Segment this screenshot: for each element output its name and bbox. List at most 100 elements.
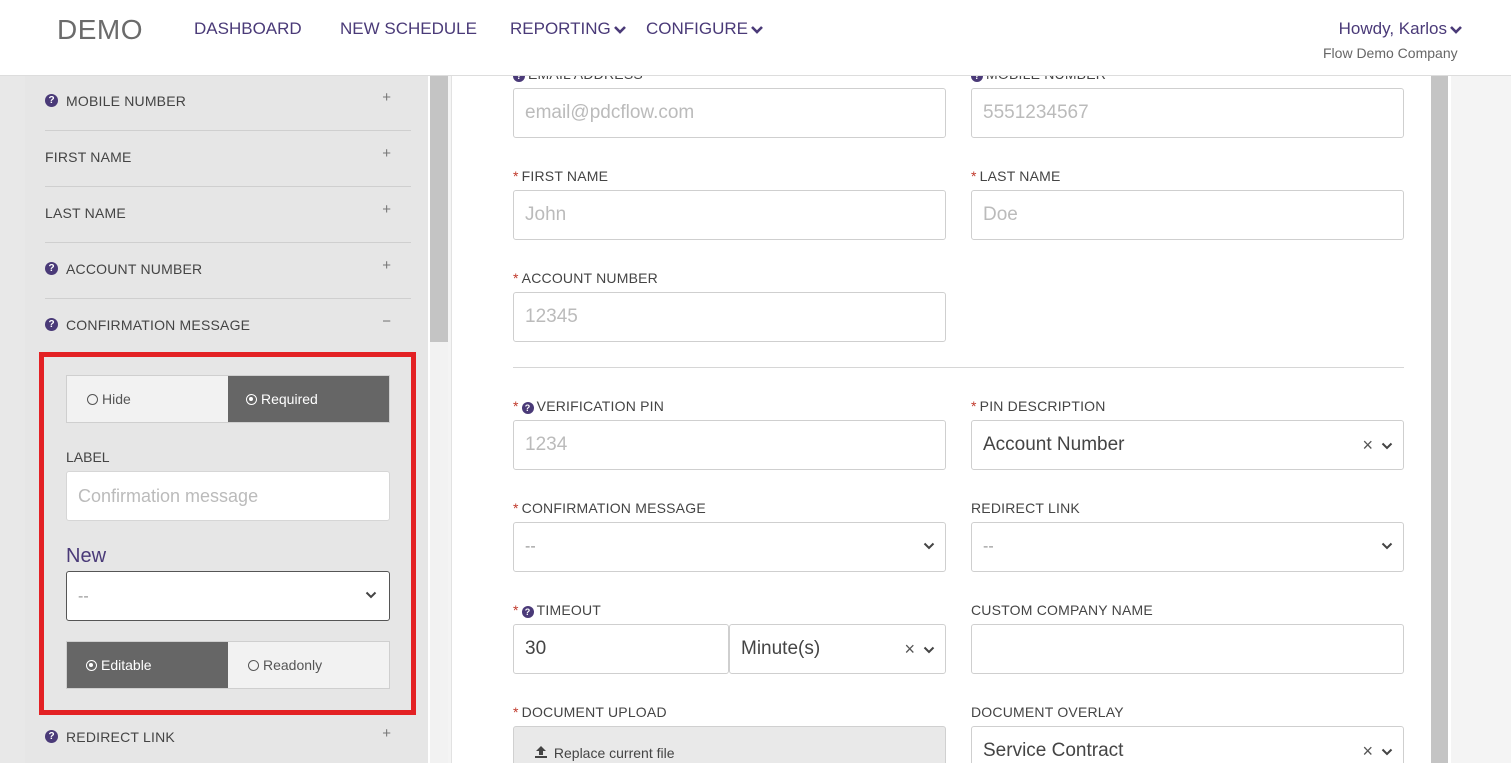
last-name-label-text: LAST NAME (979, 168, 1061, 184)
accordion-mobile-number[interactable]: ? MOBILE NUMBER + (45, 75, 411, 131)
hide-label: Hide (102, 391, 131, 407)
radio-selected-icon (246, 394, 257, 405)
document-overlay-label-text: DOCUMENT OVERLAY (971, 704, 1124, 720)
accordion-account-number[interactable]: ? ACCOUNT NUMBER + (45, 243, 411, 299)
pin-description-select[interactable]: Account Number × (971, 420, 1404, 470)
replace-file-button[interactable]: Replace current file (513, 726, 946, 763)
chevron-down-icon[interactable] (1381, 541, 1393, 551)
accordion-last-name[interactable]: LAST NAME + (45, 187, 411, 243)
accordion-confirmation-message[interactable]: ? CONFIRMATION MESSAGE − (45, 299, 411, 355)
required-asterisk: * (971, 168, 977, 184)
chevron-down-icon[interactable] (1381, 747, 1393, 757)
redirect-link-label-text: REDIRECT LINK (971, 500, 1080, 516)
document-overlay-label: DOCUMENT OVERLAY (971, 704, 1124, 720)
account-number-label: * ACCOUNT NUMBER (513, 270, 658, 286)
clear-icon[interactable]: × (1362, 741, 1373, 761)
collapse-icon[interactable]: − (382, 313, 391, 330)
confirmation-message-label-text: CONFIRMATION MESSAGE (521, 500, 706, 516)
expand-icon[interactable]: + (382, 725, 391, 742)
accordion-redirect-link[interactable]: ? REDIRECT LINK + (45, 711, 411, 763)
accordion-label: CONFIRMATION MESSAGE (66, 317, 251, 333)
email-field[interactable]: email@pdcflow.com (513, 88, 946, 138)
upload-icon (535, 746, 547, 758)
timeout-label: *? TIMEOUT (513, 602, 601, 618)
document-overlay-value: Service Contract (983, 740, 1124, 761)
section-divider (513, 367, 1404, 368)
mode-toggle: Editable Readonly (66, 641, 390, 689)
chevron-down-icon[interactable] (923, 645, 935, 655)
help-icon[interactable]: ? (521, 606, 534, 618)
select-controls (923, 523, 935, 571)
chevron-down-icon[interactable] (1381, 441, 1393, 451)
redirect-link-select[interactable]: -- (971, 522, 1404, 572)
help-icon[interactable]: ? (45, 318, 58, 331)
required-asterisk: * (513, 398, 519, 414)
expand-icon[interactable]: + (382, 257, 391, 274)
accordion-label: LAST NAME (45, 205, 126, 221)
editable-option[interactable]: Editable (67, 642, 228, 688)
chevron-down-icon[interactable] (923, 541, 935, 551)
clear-icon[interactable]: × (1362, 435, 1373, 455)
required-asterisk: * (513, 602, 519, 618)
last-name-field[interactable]: Doe (971, 190, 1404, 240)
help-icon[interactable]: ? (45, 94, 58, 107)
radio-icon (248, 660, 259, 671)
required-option[interactable]: Required (228, 376, 389, 422)
expand-icon[interactable]: + (382, 89, 391, 106)
sidebar-scrollbar-thumb[interactable] (430, 76, 448, 342)
document-upload-label-text: DOCUMENT UPLOAD (521, 704, 667, 720)
label-field-title: LABEL (66, 449, 110, 465)
timeout-value-field[interactable]: 30 (513, 624, 729, 674)
account-number-field[interactable]: 12345 (513, 292, 946, 342)
select-controls: × (904, 625, 935, 673)
pin-description-label-text: PIN DESCRIPTION (979, 398, 1106, 414)
preview-scrollbar[interactable] (1431, 76, 1448, 763)
radio-selected-icon (86, 660, 97, 671)
required-asterisk: * (513, 270, 519, 286)
last-name-label: * LAST NAME (971, 168, 1061, 184)
chevron-down-icon (365, 591, 377, 599)
verification-pin-label: *? VERIFICATION PIN (513, 398, 664, 414)
accordion-label: MOBILE NUMBER (66, 93, 187, 109)
pin-description-value: Account Number (983, 434, 1125, 455)
first-name-label: * FIRST NAME (513, 168, 608, 184)
required-asterisk: * (971, 398, 977, 414)
timeout-unit-select[interactable]: Minute(s) × (729, 624, 946, 674)
select-controls (1381, 523, 1393, 571)
document-upload-label: * DOCUMENT UPLOAD (513, 704, 667, 720)
readonly-option[interactable]: Readonly (228, 642, 389, 688)
accordion-label: REDIRECT LINK (66, 729, 175, 745)
hide-option[interactable]: Hide (67, 376, 228, 422)
document-overlay-select[interactable]: Service Contract × (971, 726, 1404, 763)
clear-icon[interactable]: × (904, 639, 915, 659)
required-label: Required (261, 391, 318, 407)
confirmation-message-select[interactable]: -- (66, 571, 390, 621)
confirmation-message-label: * CONFIRMATION MESSAGE (513, 500, 706, 516)
required-asterisk: * (513, 168, 519, 184)
expand-icon[interactable]: + (382, 201, 391, 218)
accordion-label: ACCOUNT NUMBER (66, 261, 203, 277)
custom-company-name-field[interactable] (971, 624, 1404, 674)
mobile-field[interactable]: 5551234567 (971, 88, 1404, 138)
required-asterisk: * (513, 704, 519, 720)
timeout-label-text: TIMEOUT (536, 602, 602, 618)
accordion-first-name[interactable]: FIRST NAME + (45, 131, 411, 187)
help-icon[interactable]: ? (45, 262, 58, 275)
help-icon[interactable]: ? (521, 402, 534, 414)
custom-company-name-label: CUSTOM COMPANY NAME (971, 602, 1153, 618)
label-input[interactable]: Confirmation message (66, 471, 390, 521)
select-controls: × (1362, 727, 1393, 763)
confirmation-message-select[interactable]: -- (513, 522, 946, 572)
visibility-toggle: Hide Required (66, 375, 390, 423)
replace-file-label: Replace current file (553, 745, 675, 761)
radio-icon (87, 394, 98, 405)
redirect-link-label: REDIRECT LINK (971, 500, 1080, 516)
account-number-label-text: ACCOUNT NUMBER (521, 270, 658, 286)
first-name-field[interactable]: John (513, 190, 946, 240)
expand-icon[interactable]: + (382, 145, 391, 162)
verification-pin-field[interactable]: 1234 (513, 420, 946, 470)
new-select-title: New (66, 545, 107, 567)
timeout-unit-value: Minute(s) (741, 638, 821, 659)
help-icon[interactable]: ? (45, 730, 58, 743)
accordion-label: FIRST NAME (45, 149, 132, 165)
